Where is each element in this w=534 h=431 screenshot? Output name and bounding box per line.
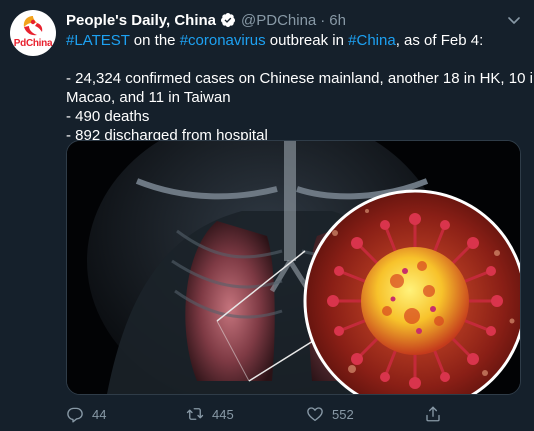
- reply-count: 44: [92, 406, 107, 422]
- like-button[interactable]: 552: [306, 402, 354, 426]
- chevron-down-icon[interactable]: [506, 12, 522, 28]
- author-handle[interactable]: @PDChina: [241, 12, 316, 29]
- tweet-timestamp[interactable]: 6h: [329, 12, 346, 29]
- tweet-text: #LATEST on the #coronavirus outbreak in …: [66, 31, 534, 145]
- author-name[interactable]: People's Daily, China: [66, 12, 216, 29]
- tweet-header: People's Daily, China @PDChina · 6h: [66, 10, 346, 30]
- tweet-line: - 490 deaths: [66, 108, 150, 125]
- reply-button[interactable]: 44: [66, 402, 106, 426]
- tweet-line: Macao, and 11 in Taiwan: [66, 89, 231, 106]
- heart-icon: [307, 407, 323, 422]
- tweet-card[interactable]: PdChina People's Daily, China @PDChina ·…: [0, 0, 534, 431]
- retweet-count: 445: [212, 406, 234, 422]
- hashtag-coronavirus[interactable]: #coronavirus: [180, 32, 266, 49]
- retweet-button[interactable]: 445: [186, 402, 234, 426]
- share-button[interactable]: [424, 402, 450, 426]
- verified-badge-icon: [221, 13, 235, 27]
- avatar[interactable]: PdChina: [10, 10, 56, 56]
- lungs-virus-illustration: [67, 141, 520, 394]
- retweet-icon: [186, 408, 204, 420]
- reply-icon: [67, 407, 83, 423]
- share-icon: [426, 406, 440, 422]
- intro-text-1: on the: [129, 32, 180, 49]
- tweet-image[interactable]: [66, 140, 521, 395]
- intro-text-2: outbreak in: [265, 32, 349, 49]
- tweet-intro-line: #LATEST on the #coronavirus outbreak in …: [66, 31, 521, 50]
- intro-text-3: , as of Feb 4:: [395, 32, 484, 49]
- header-separator: ·: [320, 11, 326, 29]
- hashtag-china[interactable]: #China: [348, 32, 396, 49]
- pdchina-logo-icon: [23, 16, 43, 36]
- avatar-label: PdChina: [13, 38, 53, 49]
- like-count: 552: [332, 406, 354, 422]
- tweet-line: - 24,324 confirmed cases on Chinese main…: [66, 70, 534, 87]
- hashtag-latest[interactable]: #LATEST: [66, 32, 130, 49]
